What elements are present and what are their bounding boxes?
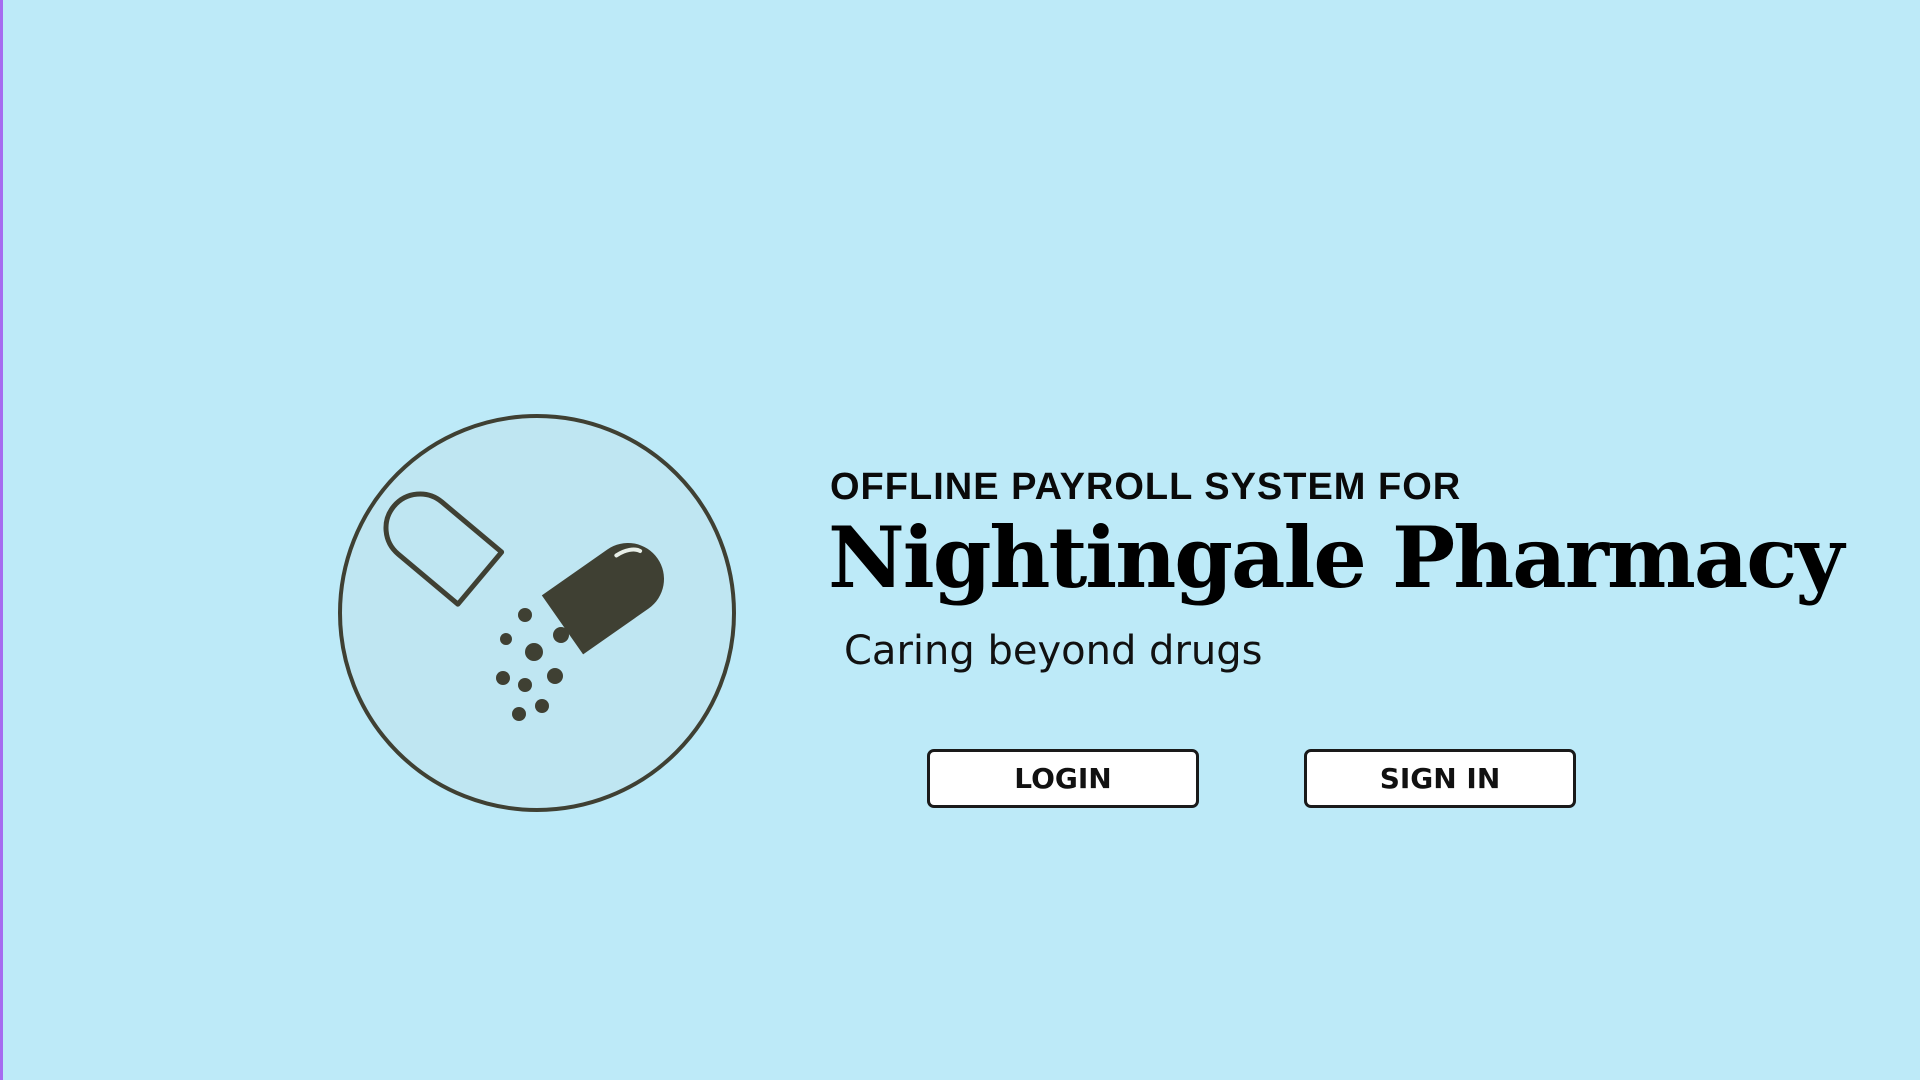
login-button[interactable]: LOGIN xyxy=(927,749,1199,808)
sign-in-button[interactable]: SIGN IN xyxy=(1304,749,1576,808)
capsule-logo-icon xyxy=(336,412,738,814)
window-edge xyxy=(0,0,3,1080)
system-subtitle: OFFLINE PAYROLL SYSTEM FOR xyxy=(830,466,1462,508)
tagline: Caring beyond drugs xyxy=(844,628,1263,674)
page-title: Nightingale Pharmacy xyxy=(828,508,1844,607)
